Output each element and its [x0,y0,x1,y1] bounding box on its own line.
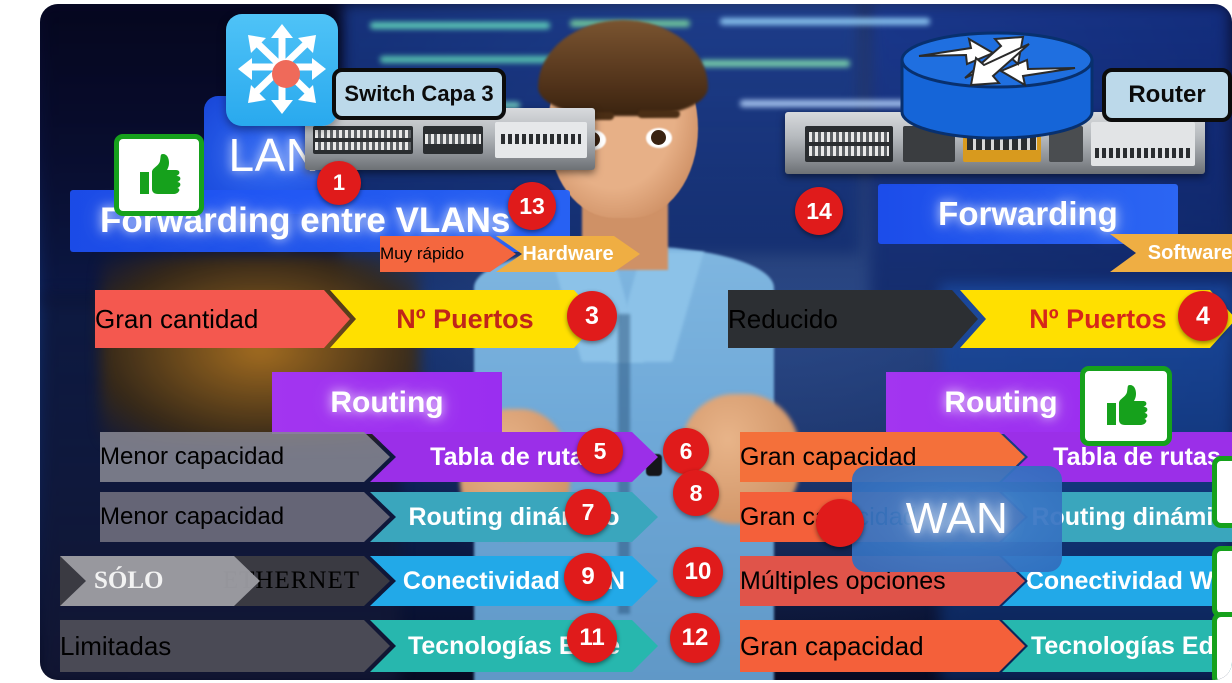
left-row-2-right-text: Tabla de rutas [430,442,598,471]
left-row-4-prefix-chevron: SÓLO [60,556,260,606]
badge-2 [816,499,864,547]
switch-callout-label: Switch Capa 3 [332,68,506,120]
layer3-switch-icon [226,14,338,126]
badge-5-text: 5 [593,437,607,464]
switch-uplink-leds [425,134,481,144]
left-row-2-left-chevron: Menor capacidad [100,432,390,482]
badge-8: 8 [673,470,719,516]
wan-scope-label: WAN [905,494,1009,543]
left-row-5-left-text: Limitadas [60,630,172,661]
left-routing-panel: Routing [272,372,502,434]
speed-tag-text: Muy rápido [380,244,465,263]
badge-1-text: 1 [332,170,346,195]
badge-3: 3 [567,291,617,341]
thumbs-up-icon [1212,612,1232,680]
left-row-5-left-chevron: Limitadas [60,620,390,672]
left-row-4-right-chevron: Conectividad WAN [370,556,658,606]
badge-11-text: 11 [579,624,605,651]
badge-11: 11 [567,613,617,663]
badge-14: 14 [795,187,843,235]
right-row-0-right-text: Nº Puertos [1029,303,1167,334]
badge-9: 9 [564,553,612,601]
thumbs-up-icon [1080,366,1172,446]
switch-callout-text: Switch Capa 3 [344,81,494,106]
badge-7: 7 [565,489,611,535]
right-banner-text: Forwarding [938,195,1118,232]
switch-port-leds [315,130,411,138]
badge-8-text: 8 [689,479,703,506]
badge-13-text: 13 [519,192,545,219]
right-row-4-right-text: Conectividad WAN [1025,566,1232,595]
left-row-3-left-chevron: Menor capacidad [100,492,390,542]
badge-6-text: 6 [679,437,693,464]
router-port-leds [809,132,889,142]
right-row-0-left-chevron: Reducido [728,290,978,348]
badge-1: 1 [317,161,361,205]
left-row-4-prefix-text: SÓLO [94,567,164,594]
router-icon [897,26,1097,144]
hardware-tag-text: Hardware [522,242,614,265]
badge-5: 5 [577,428,623,474]
badge-10-text: 10 [684,558,712,585]
presenter-pupil-right [651,130,666,145]
router-callout-label: Router [1102,68,1232,122]
router-callout-text: Router [1128,81,1206,108]
left-row-3-left-text: Menor capacidad [100,503,285,530]
badge-6: 6 [663,428,709,474]
badge-10: 10 [673,547,723,597]
left-row-0-left-chevron: Gran cantidad [95,290,350,348]
router-port-leds [809,146,889,156]
left-row-2-left-text: Menor capacidad [100,443,285,470]
badge-7-text: 7 [581,498,595,525]
software-tag-text: Software [1147,241,1232,264]
right-row-0-left-text: Reducido [728,303,838,334]
right-row-5-left-text: Gran capacidad [740,630,924,661]
badge-12-text: 12 [681,624,709,651]
screenshot-root: Switch Capa 3 LAN Forwarding entre VLANs… [0,0,1232,683]
switch-module-leds [501,134,581,144]
left-row-0-right-text: Nº Puertos [396,303,534,334]
left-row-0-right-chevron: Nº Puertos [330,290,600,348]
left-routing-label: Routing [330,386,444,419]
badge-13: 13 [508,182,556,230]
right-row-5-left-chevron: Gran capacidad [740,620,1025,672]
badge-3-text: 3 [585,301,599,330]
right-row-2-right-text: Tabla de rutas [1053,442,1221,471]
thumbs-up-icon [1212,456,1232,528]
router-module-bay [1091,122,1195,166]
right-routing-label: Routing [944,386,1058,419]
badge-4-text: 4 [1196,301,1210,330]
badge-12: 12 [670,613,720,663]
video-frame: Switch Capa 3 LAN Forwarding entre VLANs… [40,4,1232,680]
switch-port-leds [315,142,411,150]
left-row-0-left-text: Gran cantidad [95,303,259,334]
left-row-3-right-chevron: Routing dinámico [370,492,658,542]
router-module-leds [1095,148,1191,158]
presenter-brow-right [638,110,680,118]
right-row-5-right-text: Tecnologías Edge [1030,631,1232,660]
badge-9-text: 9 [581,563,595,590]
badge-14-text: 14 [806,197,832,224]
thumbs-up-icon [114,134,204,216]
presenter-hair [538,20,708,116]
thumbs-up-icon [1212,546,1232,618]
speed-tag-chevron: Muy rápido [380,236,516,272]
wan-scope-panel: WAN [852,466,1062,572]
badge-4: 4 [1178,291,1228,341]
right-row-5-right-chevron: Tecnologías Edge [1002,620,1232,672]
